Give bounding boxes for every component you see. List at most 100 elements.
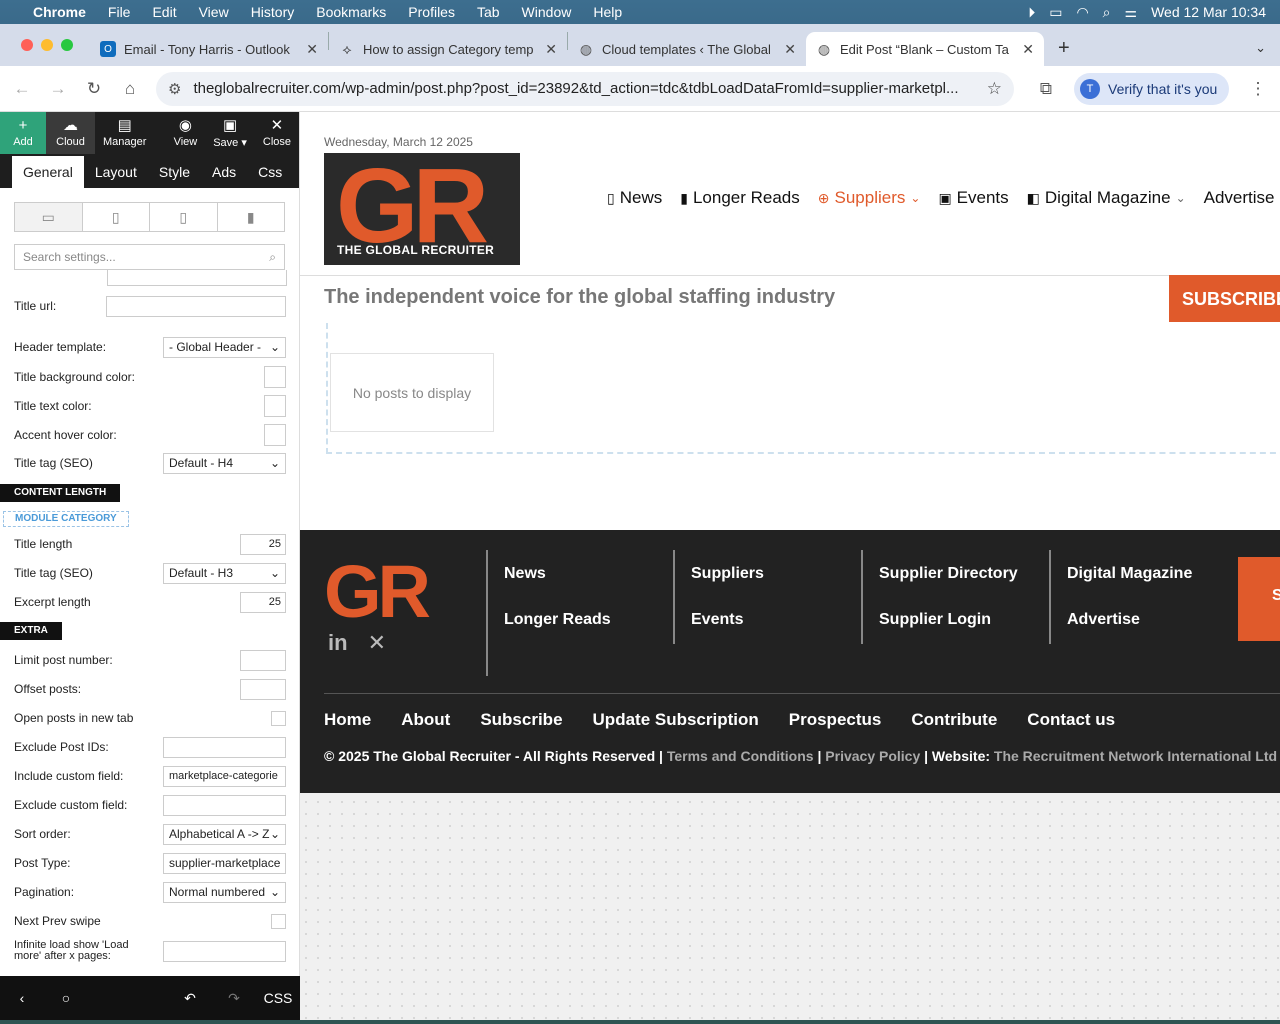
home-button[interactable]: ⌂ xyxy=(112,79,148,99)
tab-general[interactable]: General xyxy=(12,156,84,188)
offset-posts-input[interactable] xyxy=(240,678,286,700)
x-twitter-icon[interactable]: ✕ xyxy=(368,630,386,656)
reload-button[interactable]: ↻ xyxy=(76,79,112,99)
address-bar[interactable]: ⚙ theglobalrecruiter.com/wp-admin/post.p… xyxy=(156,71,1014,106)
browser-tab-edit-post[interactable]: ◍ Edit Post “Blank – Custom Ta ✕ xyxy=(806,32,1044,66)
excerpt-length-input[interactable]: 25 xyxy=(240,591,286,613)
sort-order-select[interactable]: Alphabetical A -> Z ⌄ xyxy=(163,823,286,845)
header-template-select[interactable]: - Global Header - ⌄ xyxy=(163,336,286,358)
terms-link[interactable]: Terms and Conditions xyxy=(667,748,814,764)
manager-button[interactable]: ▤ Manager xyxy=(95,112,154,154)
save-button[interactable]: ▣ Save ▾ xyxy=(205,112,255,154)
next-prev-swipe-checkbox[interactable] xyxy=(271,913,286,929)
forward-button[interactable]: → xyxy=(40,79,76,99)
include-custom-field-input[interactable]: marketplace-categorie xyxy=(163,765,286,787)
title-tag-seo-select[interactable]: Default - H4 ⌄ xyxy=(163,452,286,474)
tab-search-icon[interactable]: ⌄ xyxy=(1241,40,1280,66)
menu-window[interactable]: Window xyxy=(511,0,583,24)
previous-input-field[interactable] xyxy=(107,270,287,286)
menu-file[interactable]: File xyxy=(97,0,142,24)
footer-link-supplier-directory[interactable]: Supplier Directory xyxy=(879,565,1018,583)
site-logo[interactable]: GR THE GLOBAL RECRUITER xyxy=(324,147,520,265)
tab-style[interactable]: Style xyxy=(148,156,201,188)
nav-item-longer-reads[interactable]: ▮ Longer Reads xyxy=(680,188,800,208)
menu-view[interactable]: View xyxy=(188,0,240,24)
menu-edit[interactable]: Edit xyxy=(141,0,187,24)
close-tab-icon[interactable]: ✕ xyxy=(784,41,796,58)
site-info-icon[interactable]: ⚙ xyxy=(168,80,181,98)
browser-tab-cloud-templates[interactable]: ◍ Cloud templates ‹ The Global ✕ xyxy=(568,32,806,66)
tab-css[interactable]: Css xyxy=(247,156,293,188)
bookmark-star-icon[interactable]: ☆ xyxy=(987,79,1002,99)
title-length-input[interactable]: 25 xyxy=(240,533,286,555)
footer-link-supplier-login[interactable]: Supplier Login xyxy=(879,611,1018,629)
footer-link-longer-reads[interactable]: Longer Reads xyxy=(504,611,611,629)
view-button[interactable]: ◉ View xyxy=(166,112,206,154)
exclude-custom-field-input[interactable] xyxy=(163,794,286,816)
browser-menu-icon[interactable]: ⋮ xyxy=(1240,79,1276,99)
menu-help[interactable]: Help xyxy=(582,0,633,24)
minimize-window-button[interactable] xyxy=(41,39,53,51)
search-icon[interactable]: ⌕ xyxy=(1103,4,1111,21)
zoom-window-button[interactable] xyxy=(61,39,73,51)
footer-nav-subscribe[interactable]: Subscribe xyxy=(480,710,562,730)
tablet-icon[interactable]: ▯ xyxy=(150,203,218,231)
menu-profiles[interactable]: Profiles xyxy=(397,0,466,24)
footer-nav-about[interactable]: About xyxy=(401,710,450,730)
desktop-icon[interactable]: ▭ xyxy=(15,203,83,231)
footer-nav-home[interactable]: Home xyxy=(324,710,371,730)
back-icon[interactable]: ‹ xyxy=(0,990,44,1006)
footer-link-digital-magazine[interactable]: Digital Magazine xyxy=(1067,565,1192,583)
css-button[interactable]: CSS xyxy=(256,990,300,1006)
tab-layout[interactable]: Layout xyxy=(84,156,148,188)
title-text-color-swatch[interactable] xyxy=(264,395,286,417)
footer-link-suppliers[interactable]: Suppliers xyxy=(691,565,764,583)
privacy-link[interactable]: Privacy Policy xyxy=(825,748,920,764)
phone-icon[interactable]: ▮ xyxy=(218,203,285,231)
accent-hover-color-swatch[interactable] xyxy=(264,424,286,446)
close-tab-icon[interactable]: ✕ xyxy=(306,41,318,58)
tab-ads[interactable]: Ads xyxy=(201,156,247,188)
footer-link-events[interactable]: Events xyxy=(691,611,764,629)
play-icon[interactable]: ⏵ xyxy=(1028,4,1035,21)
website-link[interactable]: The Recruitment Network International Lt… xyxy=(994,748,1277,764)
subscribe-button[interactable]: SUBSCRIBE xyxy=(1169,275,1280,322)
settings-search-input[interactable]: Search settings... ⌕ xyxy=(14,244,285,270)
nav-item-events[interactable]: ▣ Events xyxy=(938,188,1008,208)
title-bg-color-swatch[interactable] xyxy=(264,366,286,388)
footer-link-news[interactable]: News xyxy=(504,565,611,583)
redo-icon[interactable]: ↷ xyxy=(212,990,256,1007)
exclude-post-ids-input[interactable] xyxy=(163,736,286,758)
infinite-load-input[interactable] xyxy=(163,940,286,962)
close-tab-icon[interactable]: ✕ xyxy=(545,41,557,58)
nav-item-digital-magazine[interactable]: ◧ Digital Magazine ⌄ xyxy=(1027,188,1186,208)
nav-item-advertise[interactable]: Advertise xyxy=(1204,188,1275,208)
close-button[interactable]: ✕ Close xyxy=(255,112,299,154)
menu-bookmarks[interactable]: Bookmarks xyxy=(305,0,397,24)
nav-item-news[interactable]: ▯ News xyxy=(607,188,662,208)
extensions-icon[interactable]: ⧉ xyxy=(1028,79,1064,99)
verify-identity-button[interactable]: T Verify that it's you xyxy=(1074,72,1230,105)
post-type-input[interactable]: supplier-marketplace xyxy=(163,852,286,874)
limit-post-number-input[interactable] xyxy=(240,649,286,671)
cloud-button[interactable]: ☁ Cloud xyxy=(46,112,95,154)
title-url-input[interactable] xyxy=(106,295,286,317)
close-window-button[interactable] xyxy=(21,39,33,51)
undo-icon[interactable]: ↶ xyxy=(168,990,212,1007)
title-tag-seo2-select[interactable]: Default - H3 ⌄ xyxy=(163,562,286,584)
back-button[interactable]: ← xyxy=(4,79,40,99)
footer-link-advertise[interactable]: Advertise xyxy=(1067,611,1192,629)
nav-item-suppliers[interactable]: ⊕ Suppliers ⌄ xyxy=(818,188,921,208)
footer-nav-update-subscription[interactable]: Update Subscription xyxy=(593,710,759,730)
menu-tab[interactable]: Tab xyxy=(466,0,511,24)
pagination-select[interactable]: Normal numbered ⌄ xyxy=(163,881,286,903)
close-tab-icon[interactable]: ✕ xyxy=(1022,41,1034,58)
open-new-tab-checkbox[interactable] xyxy=(271,710,286,726)
linkedin-icon[interactable]: in xyxy=(328,630,348,656)
browser-tab-category-templates[interactable]: ⟡ How to assign Category temp ✕ xyxy=(329,32,567,66)
new-tab-button[interactable]: + xyxy=(1044,37,1084,66)
module-category-badge[interactable]: MODULE CATEGORY xyxy=(3,511,129,527)
menu-app-name[interactable]: Chrome xyxy=(22,0,97,24)
footer-nav-contact-us[interactable]: Contact us xyxy=(1027,710,1115,730)
add-button[interactable]: + Add xyxy=(0,112,46,154)
